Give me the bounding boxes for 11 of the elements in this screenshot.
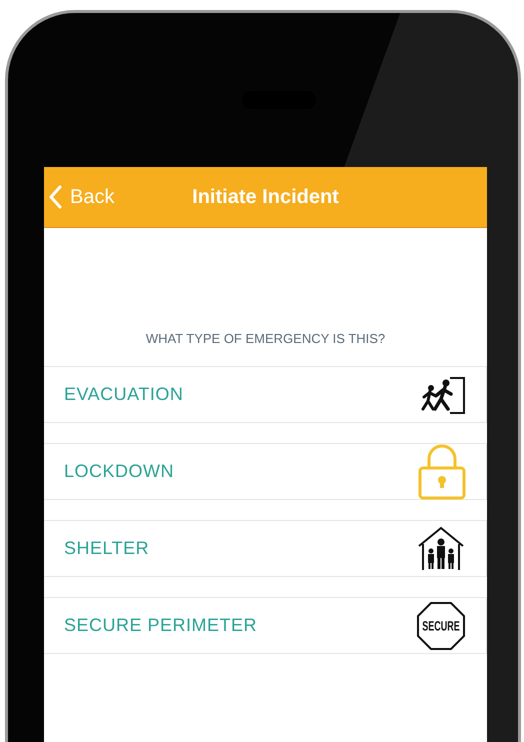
question-text: WHAT TYPE OF EMERGENCY IS THIS? bbox=[144, 331, 386, 346]
chevron-left-icon bbox=[48, 185, 62, 209]
emergency-option[interactable]: SECURE PERIMETER SECURE bbox=[44, 597, 487, 654]
emergency-option[interactable]: SHELTER bbox=[44, 520, 487, 577]
running-people-door-icon bbox=[420, 374, 466, 414]
emergency-option[interactable]: EVACUATION bbox=[44, 366, 487, 423]
padlock-icon bbox=[418, 444, 466, 500]
stop-sign-icon: SECURE bbox=[416, 600, 466, 650]
family-house-icon bbox=[416, 526, 466, 572]
back-button[interactable]: Back bbox=[44, 185, 114, 209]
emergency-option[interactable]: LOCKDOWN bbox=[44, 443, 487, 500]
